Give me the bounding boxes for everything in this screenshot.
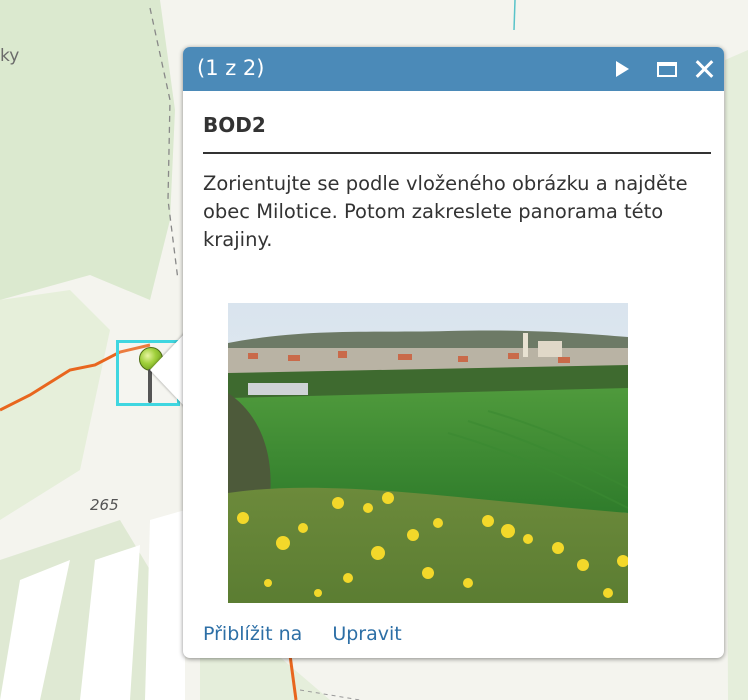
map-place-label: ky [0,46,20,66]
landscape-photo-image [228,303,628,603]
edit-link[interactable]: Upravit [332,623,401,645]
popup-header: (1 z 2) [183,47,724,91]
title-divider [203,152,711,154]
maximize-icon [657,61,677,77]
popup-description: Zorientujte se podle vloženého obrázku a… [203,172,688,251]
maximize-button[interactable] [652,47,682,91]
next-button[interactable] [607,47,637,91]
close-icon [694,59,714,79]
next-arrow-icon [615,61,629,77]
popup-title: BOD2 [203,113,266,137]
attached-photo[interactable] [228,303,628,603]
popup-counter: (1 z 2) [197,56,265,80]
map-elevation-label: 265 [90,496,119,514]
popup-pointer [150,332,186,408]
close-button[interactable] [689,47,719,91]
zoom-to-link[interactable]: Přiblížit na [203,623,302,645]
info-popup: (1 z 2) BOD2 Zorientujte se podle vložen… [183,47,724,658]
popup-actions: Přiblížit na Upravit [203,623,426,645]
